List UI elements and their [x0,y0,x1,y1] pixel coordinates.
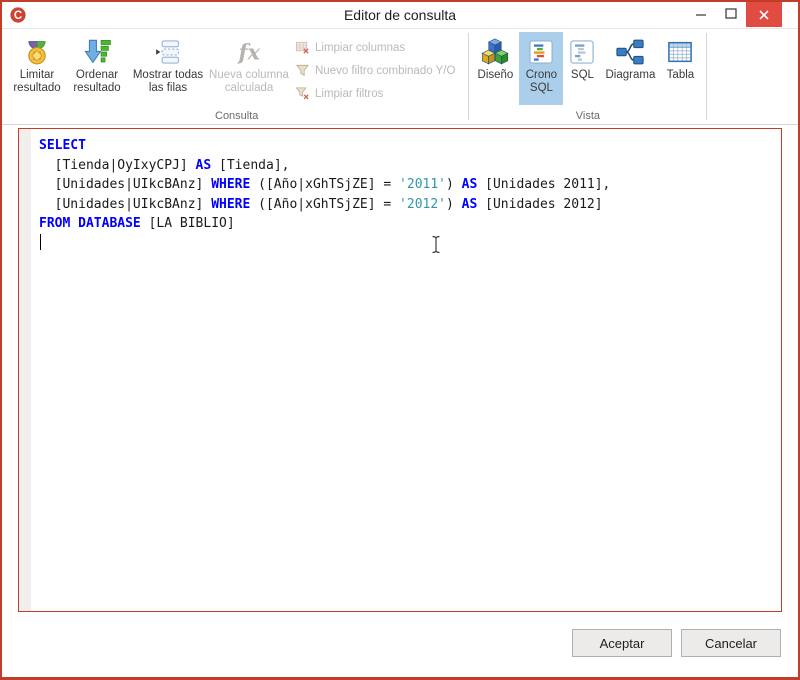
ibeam-cursor-icon [430,235,442,259]
text-caret [40,234,41,250]
minimize-button[interactable] [686,2,716,25]
editor-gutter [19,129,31,611]
view-diagram-label: Diagrama [605,69,655,82]
sort-result-button[interactable]: Ordenar resultado [67,32,127,105]
view-sql-label: SQL [571,69,594,82]
clear-filters-icon [295,86,310,101]
minimize-icon [692,5,710,23]
title-bar: C Editor de consulta [2,2,798,29]
combined-filter-funnel-icon [295,63,310,78]
clear-columns-label: Limpiar columnas [315,42,405,54]
code-line: [Tienda|OyIxyCPJ] AS [Tienda], [39,156,779,176]
new-combined-filter-label: Nuevo filtro combinado Y/O [315,65,455,77]
window-title: Editor de consulta [2,7,798,23]
group-label-consulta: Consulta [5,110,468,122]
view-design-button[interactable]: Diseño [471,32,519,105]
show-all-rows-button[interactable]: Mostrar todas las filas [127,32,209,105]
sql-editor[interactable]: SELECT [Tienda|OyIxyCPJ] AS [Tienda], [U… [18,128,782,612]
fx-icon: fx [235,35,263,69]
query-editor-window: C Editor de consulta [0,0,800,680]
svg-text:C: C [14,10,22,22]
code-line [39,234,779,254]
svg-text:fx: fx [237,40,261,65]
ribbon: Limitar resultado Ordenar resultado [2,29,798,125]
view-table-button[interactable]: Tabla [659,32,701,105]
view-crono-sql-button[interactable]: Crono SQL [519,32,563,105]
close-button[interactable] [746,2,782,27]
sql-code: SELECT [Tienda|OyIxyCPJ] AS [Tienda], [U… [39,136,779,253]
new-calculated-column-button[interactable]: fx Nueva columna calculada [209,32,289,105]
view-crono-sql-label: Crono SQL [519,69,563,95]
sort-descending-icon [83,35,111,69]
rows-icon [154,35,182,69]
clear-filters-button[interactable]: Limpiar filtros [289,82,463,105]
new-calculated-column-label: Nueva columna calculada [209,69,289,95]
limit-result-label: Limitar resultado [7,69,67,95]
new-combined-filter-button[interactable]: Nuevo filtro combinado Y/O [289,59,463,82]
table-icon [666,35,694,69]
medal-icon [23,35,51,69]
view-sql-button[interactable]: SQL [563,32,601,105]
view-design-label: Diseño [478,69,514,82]
ribbon-group-vista: Diseño Crono SQL [469,29,706,124]
ribbon-separator [706,33,707,120]
clear-columns-button[interactable]: Limpiar columnas [289,36,463,59]
crono-sql-icon [527,35,555,69]
limit-result-button[interactable]: Limitar resultado [7,32,67,105]
accept-button[interactable]: Aceptar [572,629,672,657]
close-icon [755,6,773,24]
ribbon-group-consulta: Limitar resultado Ordenar resultado [5,29,468,124]
crono-logo-icon: C [9,6,27,24]
code-line: SELECT [39,136,779,156]
group-label-vista: Vista [469,110,706,122]
maximize-button[interactable] [716,2,746,25]
code-line: [Unidades|UIkcBAnz] WHERE ([Año|xGhTSjZE… [39,195,779,215]
sql-icon [568,35,596,69]
window-controls [686,2,798,28]
view-diagram-button[interactable]: Diagrama [601,32,659,105]
consulta-stack: Limpiar columnas Nuevo filtro combinado … [289,32,463,105]
code-line: [Unidades|UIkcBAnz] WHERE ([Año|xGhTSjZE… [39,175,779,195]
maximize-icon [722,5,740,23]
cubes-icon [480,35,510,69]
clear-columns-icon [295,40,310,55]
show-all-rows-label: Mostrar todas las filas [127,69,209,95]
clear-filters-label: Limpiar filtros [315,88,383,100]
cancel-button[interactable]: Cancelar [681,629,781,657]
diagram-icon [615,35,645,69]
view-table-label: Tabla [667,69,695,82]
code-line: FROM DATABASE [LA BIBLIO] [39,214,779,234]
sort-result-label: Ordenar resultado [67,69,127,95]
